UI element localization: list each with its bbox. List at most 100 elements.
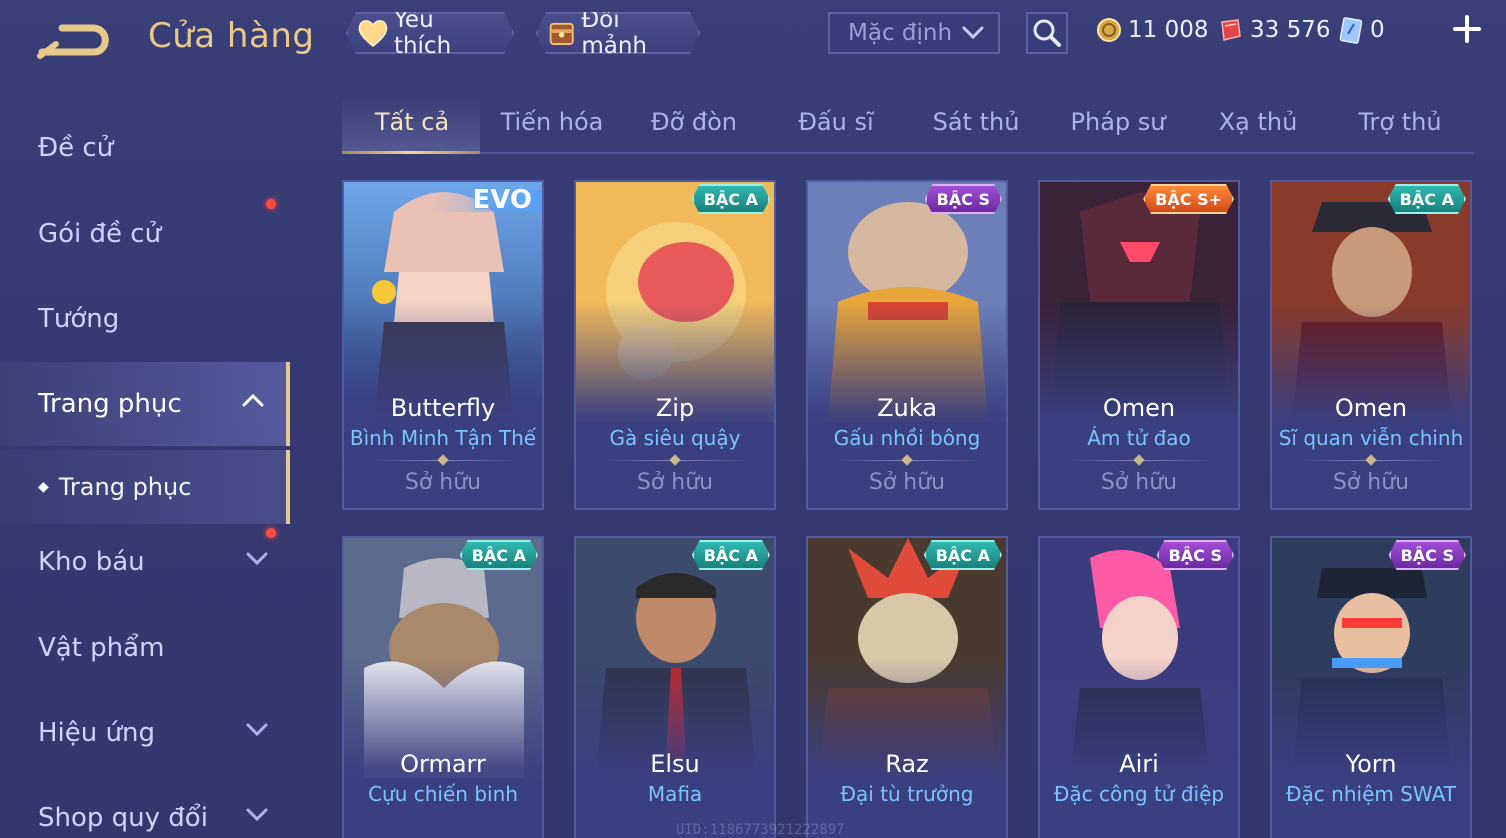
owned-status: Sở hữu	[1332, 470, 1410, 495]
card-balance: 0	[1338, 14, 1385, 46]
chevron-down-icon	[246, 552, 268, 565]
divider-diamond	[1133, 454, 1145, 466]
tier-badge: BẬC A	[924, 540, 1002, 570]
card-icon	[1339, 17, 1363, 44]
search-button[interactable]	[1026, 12, 1068, 54]
active-tab-indicator	[342, 151, 480, 154]
skin-name: Đặc nhiệm SWAT	[1286, 782, 1456, 806]
sidebar-item-skins[interactable]: Trang phục	[0, 362, 290, 446]
sidebar-item-recommended-packs[interactable]: Gói đề cử	[0, 192, 290, 276]
plus-icon	[1453, 15, 1481, 43]
skin-card[interactable]: EVO Butterfly Bình Minh Tận Thế Sở hữu	[342, 180, 544, 510]
favorites-label: Yêu thích	[393, 7, 452, 59]
back-button[interactable]	[36, 18, 116, 62]
hero-name: Elsu	[650, 750, 700, 778]
sidebar-subitem-label: Trang phục	[58, 473, 192, 501]
sidebar-item-exchange-shop[interactable]: Shop quy đổi	[0, 776, 290, 838]
sidebar-item-label: Tướng	[38, 304, 120, 334]
skin-card[interactable]: BẬC S Yorn Đặc nhiệm SWAT	[1270, 536, 1472, 838]
chest-icon	[546, 17, 577, 49]
owned-status: Sở hữu	[1100, 470, 1178, 495]
hero-name: Airi	[1119, 750, 1159, 778]
skin-card[interactable]: BẬC S Airi Đặc công tử điệp	[1038, 536, 1240, 838]
sidebar-subitem-skins[interactable]: ◆ Trang phục	[0, 450, 290, 524]
tier-badge: BẬC A	[692, 540, 770, 570]
hero-name: Butterfly	[390, 394, 496, 422]
chevron-down-icon	[246, 723, 268, 736]
skin-card[interactable]: BẬC A Raz Đại tù trưởng	[806, 536, 1008, 838]
skin-card[interactable]: BẬC A Zip Gà siêu quậy Sở hữu	[574, 180, 776, 510]
exchange-label: Đổi mảnh	[581, 7, 648, 59]
favorites-button[interactable]: Yêu thích	[346, 12, 514, 54]
divider-diamond	[437, 454, 449, 466]
tab-support[interactable]: Trợ thủ	[1330, 108, 1470, 136]
tab-marksman[interactable]: Xạ thủ	[1188, 108, 1328, 136]
tier-badge: BẬC S	[1389, 540, 1466, 570]
skin-card[interactable]: BẬC A Ormarr Cựu chiến binh	[342, 536, 544, 838]
hero-name: Yorn	[1345, 750, 1397, 778]
skin-name: Cựu chiến binh	[368, 782, 518, 806]
skin-card[interactable]: BẬC A Omen Sĩ quan viễn chinh Sở hữu	[1270, 180, 1472, 510]
skin-name: Gà siêu quậy	[609, 426, 741, 450]
skin-name: Mafia	[647, 782, 703, 806]
skin-name: Gấu nhồi bông	[833, 426, 981, 450]
sidebar-item-recommended[interactable]: Đề cử	[0, 106, 290, 190]
diamond-bullet-icon: ◆	[38, 479, 49, 495]
voucher-value: 33 576	[1250, 17, 1331, 43]
tab-fighter[interactable]: Đấu sĩ	[766, 108, 906, 136]
sidebar-item-items[interactable]: Vật phẩm	[0, 606, 290, 690]
sidebar-item-label: Vật phẩm	[38, 633, 165, 663]
tier-badge: BẬC S+	[1143, 184, 1234, 214]
skin-card[interactable]: BẬC S+ Omen Ám tử đao Sở hữu	[1038, 180, 1240, 510]
sidebar-item-label: Hiệu ứng	[38, 718, 155, 748]
tier-badge: EVO	[472, 185, 532, 215]
gold-coin-icon	[1097, 18, 1121, 42]
category-tabs: Tất cả Tiến hóa Đỡ đòn Đấu sĩ Sát thủ Ph…	[342, 96, 1474, 154]
tab-assassin[interactable]: Sát thủ	[906, 108, 1046, 136]
skin-name: Đặc công tử điệp	[1053, 782, 1225, 806]
hero-name: Omen	[1102, 394, 1176, 422]
heart-icon	[356, 17, 390, 49]
tab-tank[interactable]: Đỡ đòn	[624, 108, 764, 136]
voucher-balance: 33 576	[1216, 14, 1330, 46]
skin-name: Sĩ quan viễn chinh	[1278, 426, 1464, 450]
voucher-gem-icon	[1221, 19, 1241, 41]
skin-name: Bình Minh Tận Thế	[349, 426, 537, 450]
sidebar-item-treasure[interactable]: Kho báu	[0, 520, 290, 604]
hero-name: Raz	[885, 750, 929, 778]
divider-diamond	[669, 454, 681, 466]
owned-status: Sở hữu	[868, 470, 946, 495]
hero-name: Ormarr	[400, 750, 486, 778]
hero-name: Zuka	[877, 394, 937, 422]
sidebar-item-label: Đề cử	[38, 133, 114, 163]
sidebar-item-label: Gói đề cử	[38, 219, 162, 249]
tab-evolution[interactable]: Tiến hóa	[482, 108, 622, 136]
sidebar: Đề cử Gói đề cử Tướng Trang phục ◆ Trang…	[0, 100, 292, 838]
chevron-down-icon	[962, 26, 984, 40]
sidebar-item-effects[interactable]: Hiệu ứng	[0, 691, 290, 775]
skin-name: Ám tử đao	[1087, 426, 1191, 450]
chevron-up-icon	[242, 393, 264, 407]
notification-dot	[266, 199, 276, 209]
tier-badge: BẬC A	[692, 184, 770, 214]
uid-watermark: UID:1186773921222897	[676, 822, 845, 838]
tab-all[interactable]: Tất cả	[342, 108, 482, 136]
exchange-shards-button[interactable]: Đổi mảnh	[536, 12, 700, 54]
tier-badge: BẬC S	[1157, 540, 1234, 570]
gold-value: 11 008	[1128, 17, 1209, 43]
tier-badge: BẬC S	[925, 184, 1002, 214]
search-icon	[1033, 19, 1061, 47]
sidebar-item-heroes[interactable]: Tướng	[0, 277, 290, 361]
top-bar: Cửa hàng Yêu thích Đổi mảnh Mặc định 11	[0, 0, 1506, 80]
sidebar-item-label: Shop quy đổi	[38, 803, 208, 833]
skin-card[interactable]: BẬC A Elsu Mafia	[574, 536, 776, 838]
chevron-down-icon	[246, 808, 268, 821]
hero-name: Zip	[655, 394, 695, 422]
sidebar-item-label: Trang phục	[38, 389, 182, 419]
page-title: Cửa hàng	[148, 16, 315, 56]
tab-mage[interactable]: Pháp sư	[1048, 108, 1188, 136]
sort-selected-value: Mặc định	[848, 20, 953, 46]
add-currency-button[interactable]	[1452, 14, 1482, 44]
skin-card[interactable]: BẬC S Zuka Gấu nhồi bông Sở hữu	[806, 180, 1008, 510]
sort-dropdown[interactable]: Mặc định	[828, 12, 1000, 54]
